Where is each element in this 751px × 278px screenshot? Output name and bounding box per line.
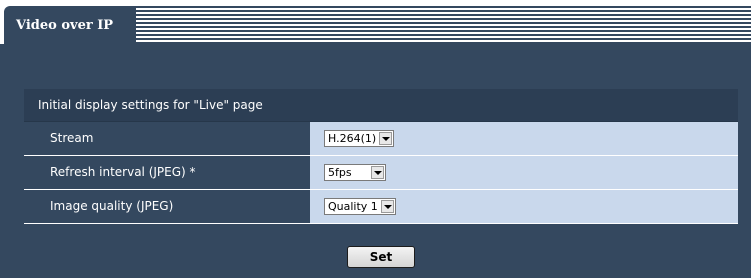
image-quality-select-value: Quality 1 [328, 200, 378, 213]
image-quality-select[interactable]: Quality 1 [324, 198, 396, 215]
refresh-interval-label: Refresh interval (JPEG) * [24, 156, 310, 189]
page-tab: Video over IP [4, 6, 136, 44]
refresh-interval-select-value: 5fps [328, 166, 352, 179]
chevron-down-icon[interactable] [380, 200, 394, 213]
section-header: Initial display settings for "Live" page [24, 89, 738, 122]
settings-table: Initial display settings for "Live" page… [24, 89, 738, 224]
title-bar: Video over IP [0, 0, 751, 44]
row-refresh-interval: Refresh interval (JPEG) * 5fps [24, 156, 738, 190]
chevron-down-icon[interactable] [379, 132, 393, 145]
image-quality-value-cell: Quality 1 [310, 190, 738, 223]
set-button[interactable]: Set [347, 246, 415, 268]
page-title: Video over IP [16, 18, 114, 33]
title-stripes [136, 6, 751, 44]
image-quality-label: Image quality (JPEG) [24, 190, 310, 223]
row-stream: Stream H.264(1) [24, 122, 738, 156]
stream-select-value: H.264(1) [328, 132, 377, 145]
chevron-down-icon[interactable] [371, 166, 384, 179]
stream-value-cell: H.264(1) [310, 122, 738, 155]
settings-panel: Video over IP Initial display settings f… [0, 0, 751, 278]
refresh-interval-value-cell: 5fps [310, 156, 738, 189]
row-image-quality: Image quality (JPEG) Quality 1 [24, 190, 738, 224]
stream-label: Stream [24, 122, 310, 155]
refresh-interval-select[interactable]: 5fps [324, 164, 386, 181]
stream-select[interactable]: H.264(1) [324, 130, 395, 147]
